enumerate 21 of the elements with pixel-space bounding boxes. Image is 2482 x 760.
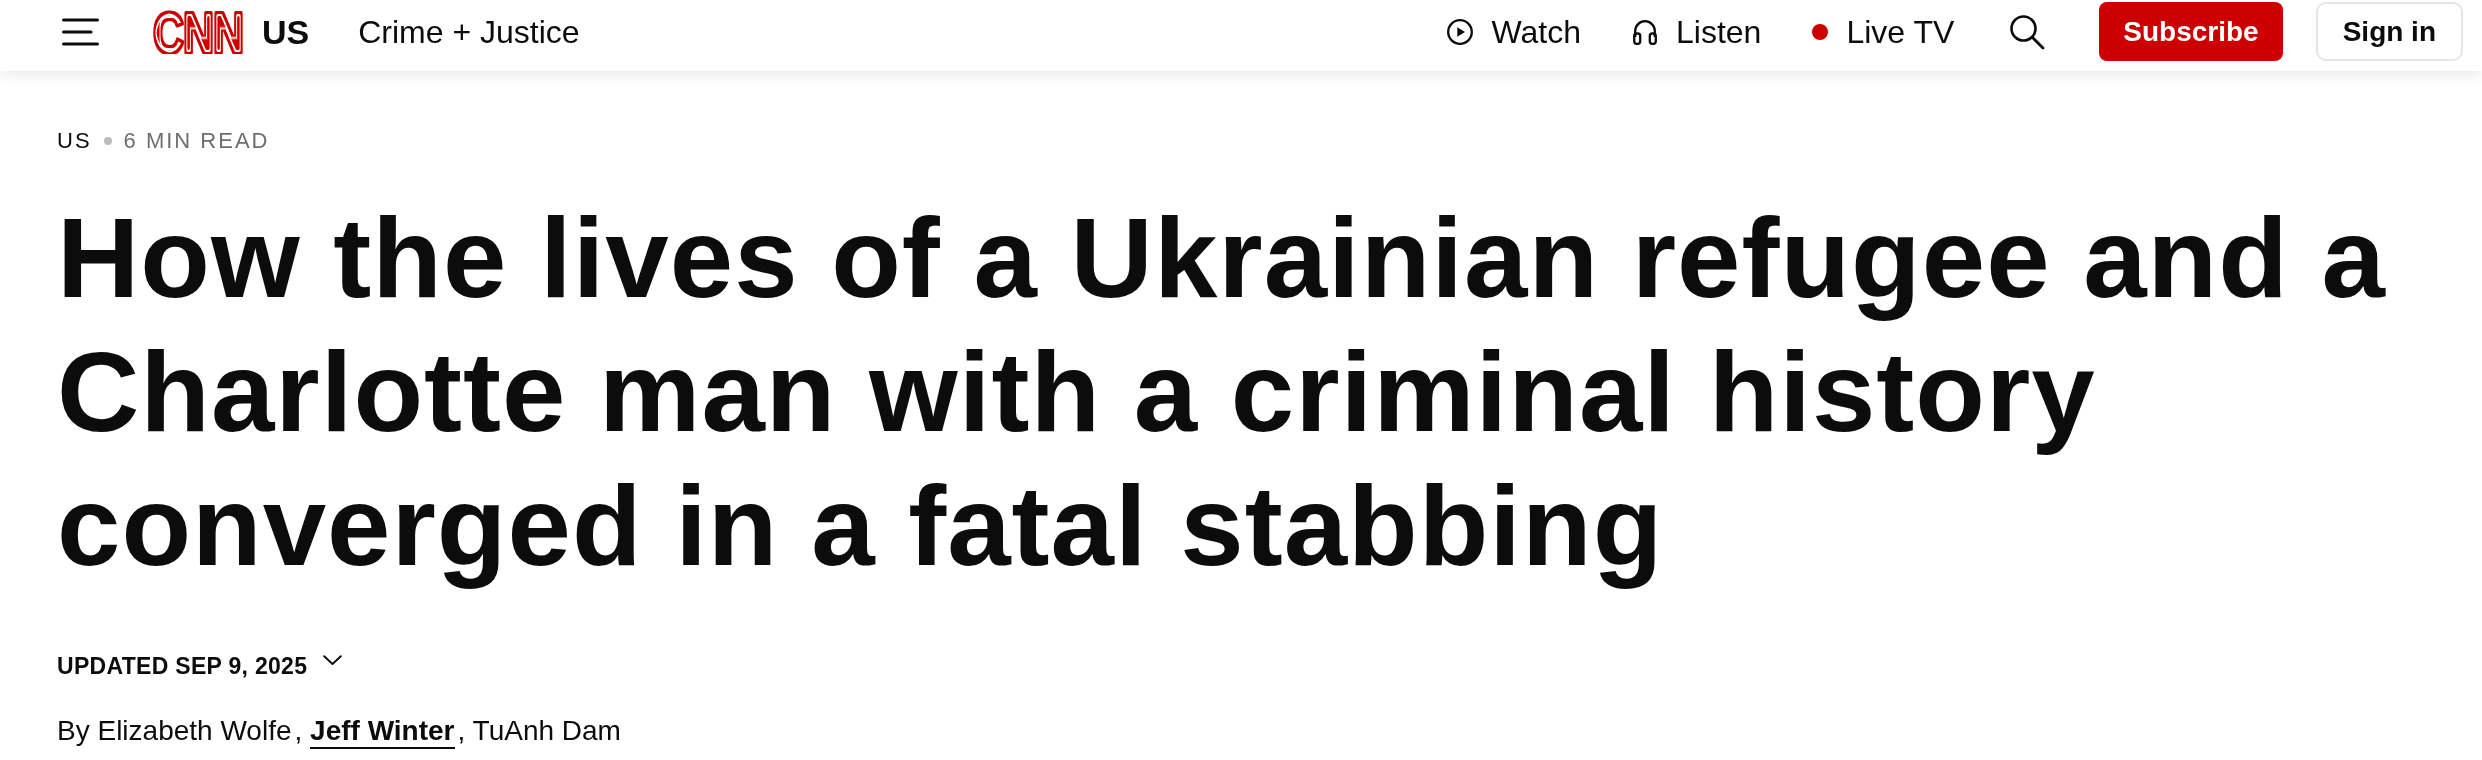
listen-link[interactable]: Listen	[1632, 11, 1762, 52]
live-tv-link[interactable]: Live TV	[1812, 11, 1955, 52]
logo[interactable]: CNN	[151, 9, 247, 54]
subscribe-button[interactable]: Subscribe	[2099, 2, 2283, 61]
watch-link[interactable]: Watch	[1447, 11, 1581, 52]
chevron-down-icon	[323, 655, 343, 666]
byline: By Elizabeth Wolfe, Jeff Winter, TuAnh Dam	[57, 714, 2425, 749]
menu-icon[interactable]	[62, 17, 99, 46]
headphones-icon	[1632, 18, 1658, 45]
timestamp-toggle[interactable]: UPDATED SEP 9, 2025	[57, 652, 343, 680]
live-dot-icon	[1812, 23, 1829, 40]
play-icon	[1447, 18, 1474, 45]
author-link[interactable]: Jeff Winter	[310, 716, 455, 749]
edition-link[interactable]: US	[262, 11, 310, 52]
read-time: 6 MIN READ	[123, 128, 270, 154]
section-link[interactable]: Crime + Justice	[358, 11, 580, 52]
search-icon[interactable]	[2009, 13, 2046, 50]
headline: How the lives of a Ukrainian refugee and a Charlotte man with a criminal history converged in a fatal stabbing	[57, 193, 2387, 591]
section-label[interactable]: US	[57, 128, 92, 154]
sign-in-button[interactable]: Sign in	[2315, 2, 2463, 61]
dot-separator-icon	[103, 137, 112, 145]
